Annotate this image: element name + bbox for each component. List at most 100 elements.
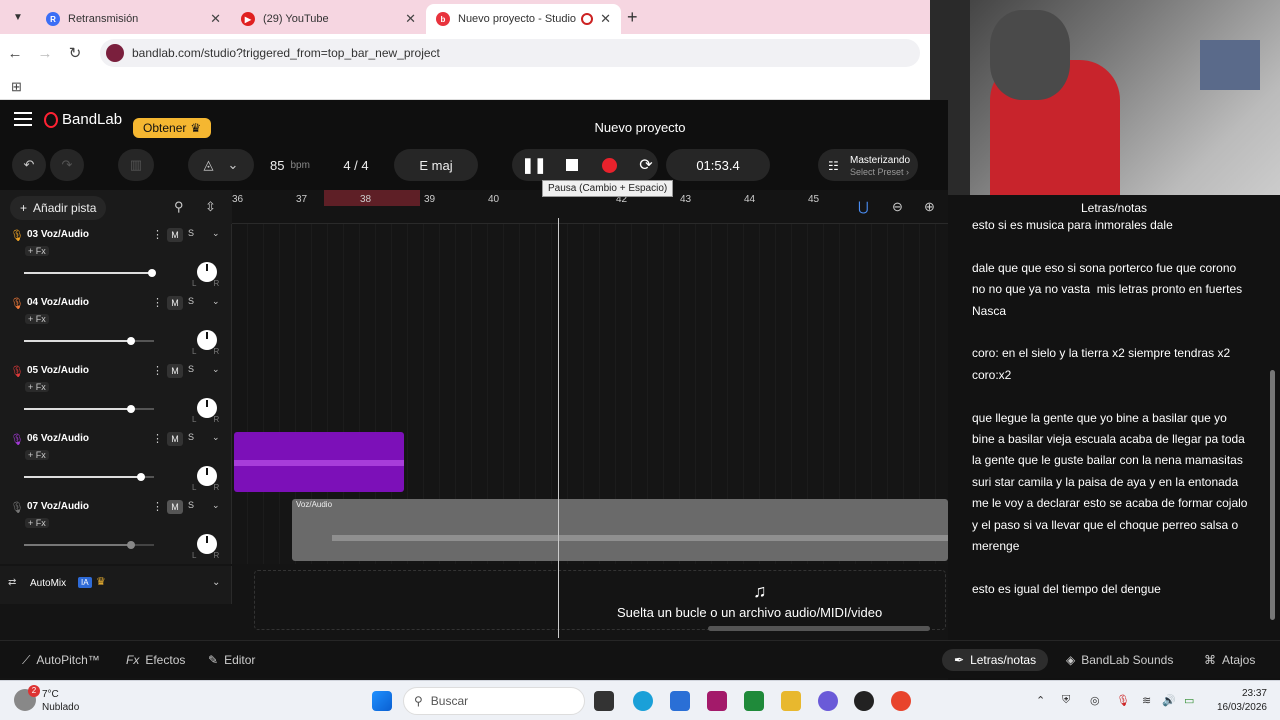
loop-region[interactable]: [324, 190, 420, 206]
url-field[interactable]: bandlab.com/studio?triggered_from=top_ba…: [100, 39, 920, 67]
project-title[interactable]: Nuevo proyecto: [560, 120, 720, 135]
discord-icon[interactable]: [818, 691, 838, 711]
fx-button[interactable]: + Fx: [25, 518, 49, 528]
more-icon[interactable]: ⋮: [152, 432, 163, 445]
track-name[interactable]: 07 Voz/Audio: [27, 501, 89, 512]
more-icon[interactable]: ⋮: [152, 228, 163, 241]
microphone-icon[interactable]: 🎙: [1116, 694, 1130, 707]
volume-slider[interactable]: [24, 269, 156, 277]
chevron-down-icon[interactable]: ⌄: [228, 157, 239, 173]
chrome-icon[interactable]: [891, 691, 911, 711]
close-icon[interactable]: ✕: [405, 11, 416, 27]
stop-button[interactable]: [560, 149, 584, 181]
more-icon[interactable]: ⋮: [152, 364, 163, 377]
volume-handle[interactable]: [148, 269, 156, 277]
apps-grid-icon[interactable]: ⊞: [11, 79, 22, 95]
mute-button[interactable]: M: [167, 296, 183, 310]
track-header[interactable]: 🎙 07 Voz/Audio ⋮ M S ⌄ + Fx LR: [0, 496, 232, 564]
forward-icon[interactable]: →: [30, 45, 60, 62]
battery-icon[interactable]: ▭: [1184, 694, 1194, 707]
taskbar-search[interactable]: ⚲ Buscar: [403, 687, 585, 715]
volume-slider[interactable]: [24, 405, 154, 413]
chevron-down-icon[interactable]: ⌄: [212, 577, 220, 588]
fx-button[interactable]: + Fx: [25, 382, 49, 392]
fx-button[interactable]: + Fx: [25, 314, 49, 324]
tempo-field[interactable]: 85 bpm: [256, 149, 324, 181]
chevron-down-icon[interactable]: ⌄: [212, 228, 220, 239]
xbox-icon[interactable]: [744, 691, 764, 711]
solo-button[interactable]: S: [188, 432, 194, 442]
automix-row[interactable]: ⇄ AutoMix IA ♛ ⌄: [0, 566, 232, 604]
bandlab-logo[interactable]: BandLab: [44, 111, 122, 128]
chevron-down-icon[interactable]: ⌄: [212, 296, 220, 307]
track-lane[interactable]: [232, 428, 948, 496]
track-name[interactable]: 06 Voz/Audio: [27, 433, 89, 444]
chevron-up-icon[interactable]: ⌃: [1036, 694, 1045, 707]
edge-icon[interactable]: [633, 691, 653, 711]
chevron-down-icon[interactable]: ⌄: [212, 364, 220, 375]
track-header[interactable]: 🎙 05 Voz/Audio ⋮ M S ⌄ + Fx LR: [0, 360, 232, 428]
track-header[interactable]: 🎙 04 Voz/Audio ⋮ M S ⌄ + Fx LR: [0, 292, 232, 360]
chevron-down-icon[interactable]: ⌄: [212, 432, 220, 443]
pause-button[interactable]: ❚❚: [521, 149, 546, 181]
solo-button[interactable]: S: [188, 364, 194, 374]
autopitch-button[interactable]: ⟋ AutoPitch™: [22, 649, 100, 671]
task-view-icon[interactable]: [594, 691, 614, 711]
zoom-out-icon[interactable]: ⊖: [892, 199, 903, 215]
fit-tracks-icon[interactable]: ⇳: [205, 199, 216, 215]
windows-start-icon[interactable]: [372, 691, 392, 711]
fx-button[interactable]: + Fx: [25, 246, 49, 256]
chevron-down-icon[interactable]: ⌄: [212, 500, 220, 511]
tab-search-chevron-icon[interactable]: ▼: [6, 5, 30, 29]
add-track-button[interactable]: + Añadir pista: [10, 196, 107, 220]
volume-handle[interactable]: [137, 473, 145, 481]
volume-handle[interactable]: [127, 405, 135, 413]
shortcuts-button[interactable]: ⌘ Atajos: [1204, 649, 1255, 671]
track-header[interactable]: 🎙 06 Voz/Audio ⋮ M S ⌄ + Fx LR: [0, 428, 232, 496]
tab-studio[interactable]: b Nuevo proyecto - Studio ✕: [426, 4, 621, 34]
site-info-icon[interactable]: [106, 44, 124, 62]
wifi-icon[interactable]: ≋: [1142, 694, 1151, 707]
menu-icon[interactable]: [14, 112, 32, 126]
store-icon[interactable]: [670, 691, 690, 711]
track-lane[interactable]: Voz/Audio: [232, 496, 948, 564]
track-name[interactable]: 03 Voz/Audio: [27, 229, 89, 240]
zoom-in-icon[interactable]: ⊕: [924, 199, 935, 215]
horizontal-scrollbar[interactable]: [708, 626, 930, 631]
track-header[interactable]: 🎙 03 Voz/Audio ⋮ M S ⌄ + Fx LR: [0, 224, 232, 292]
volume-slider[interactable]: [24, 541, 154, 549]
close-icon[interactable]: ✕: [600, 11, 611, 27]
security-icon[interactable]: ⛨: [1062, 694, 1070, 707]
record-button[interactable]: [597, 149, 621, 181]
track-lane[interactable]: [232, 360, 948, 428]
tab-youtube[interactable]: ▶ (29) YouTube ✕: [231, 4, 426, 34]
lyrics-notes-button[interactable]: ✒ Letras/notas: [942, 649, 1049, 671]
track-name[interactable]: 04 Voz/Audio: [27, 297, 89, 308]
time-signature[interactable]: 4 / 4: [328, 149, 384, 181]
folder-icon[interactable]: [781, 691, 801, 711]
bandlab-sounds-button[interactable]: ◈ BandLab Sounds: [1066, 649, 1173, 671]
key-selector[interactable]: E maj: [394, 149, 478, 181]
more-icon[interactable]: ⋮: [152, 500, 163, 513]
lyrics-scrollbar[interactable]: [1270, 370, 1275, 620]
close-icon[interactable]: ✕: [210, 11, 221, 27]
volume-slider[interactable]: [24, 337, 154, 345]
mute-button[interactable]: M: [167, 432, 183, 446]
track-lane[interactable]: [232, 224, 948, 292]
back-icon[interactable]: ←: [0, 45, 30, 62]
reload-icon[interactable]: ↻: [60, 44, 90, 62]
volume-handle[interactable]: [127, 337, 135, 345]
tab-retransmision[interactable]: R Retransmisión ✕: [36, 4, 231, 34]
metronome-button[interactable]: ◬ ⌄: [188, 149, 254, 181]
obs-icon[interactable]: [854, 691, 874, 711]
track-name[interactable]: 05 Voz/Audio: [27, 365, 89, 376]
tuning-fork-icon[interactable]: ⚲: [174, 199, 184, 215]
new-tab-icon[interactable]: +: [627, 7, 638, 28]
playhead[interactable]: [558, 218, 559, 638]
more-icon[interactable]: ⋮: [152, 296, 163, 309]
sync-icon[interactable]: ◎: [1090, 694, 1100, 707]
redo-button[interactable]: ↷: [50, 149, 84, 181]
track-lane[interactable]: [232, 292, 948, 360]
mastering-button[interactable]: ☷ Masterizando Select Preset ›: [818, 149, 918, 181]
undo-button[interactable]: ↶: [12, 149, 46, 181]
